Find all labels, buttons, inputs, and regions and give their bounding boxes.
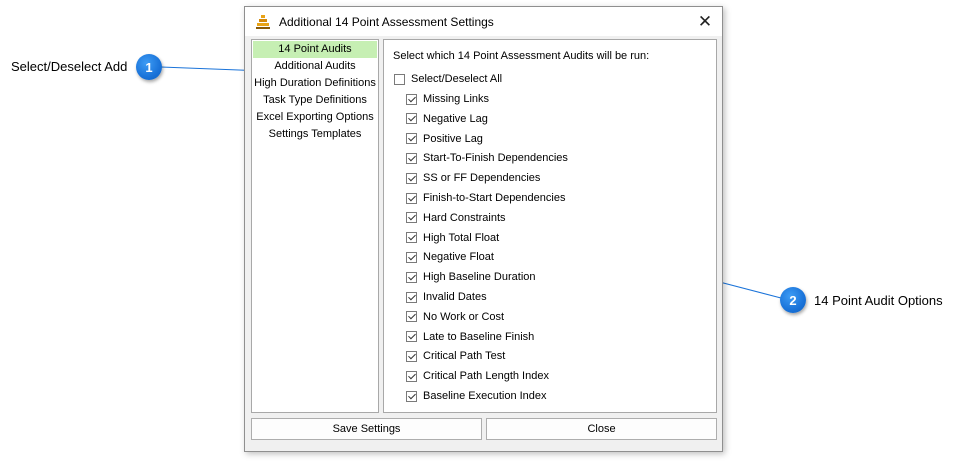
- save-settings-button[interactable]: Save Settings: [251, 418, 482, 440]
- audit-checkbox[interactable]: Negative Float: [406, 250, 494, 264]
- checkbox-label: Start-To-Finish Dependencies: [423, 152, 568, 165]
- checkbox-box[interactable]: [406, 291, 417, 303]
- audit-checkbox[interactable]: High Baseline Duration: [406, 270, 536, 284]
- checkbox-box[interactable]: [406, 232, 417, 244]
- checkbox-box[interactable]: [406, 93, 417, 105]
- audit-checkbox[interactable]: Missing Links: [406, 92, 489, 106]
- stacked-bars-icon: [255, 14, 271, 30]
- checkbox-label: High Total Float: [423, 231, 500, 244]
- checkbox-label: SS or FF Dependencies: [423, 172, 541, 185]
- checkbox-box[interactable]: [406, 172, 417, 184]
- checkbox-box[interactable]: [406, 251, 417, 263]
- settings-dialog: Additional 14 Point Assessment Settings …: [244, 6, 723, 452]
- checkbox-label: No Work or Cost: [423, 310, 505, 323]
- sidebar-item-additional-audits[interactable]: Additional Audits: [253, 58, 377, 75]
- checkbox-label: Hard Constraints: [423, 211, 506, 224]
- audit-checkbox[interactable]: Critical Path Test: [406, 349, 505, 363]
- checkbox-label: Baseline Execution Index: [423, 390, 547, 402]
- audit-checkbox[interactable]: Positive Lag: [406, 132, 483, 146]
- audit-checkbox[interactable]: Finish-to-Start Dependencies: [406, 191, 565, 205]
- checkbox-box[interactable]: [406, 331, 417, 343]
- sidebar-item-14-point-audits[interactable]: 14 Point Audits: [253, 41, 377, 58]
- checkbox-box[interactable]: [406, 192, 417, 204]
- checkbox-box[interactable]: [406, 390, 417, 402]
- checkbox-label: High Baseline Duration: [423, 271, 536, 284]
- checkbox-label: Missing Links: [423, 93, 490, 105]
- title-bar: Additional 14 Point Assessment Settings …: [245, 7, 722, 36]
- audit-checkbox[interactable]: SS or FF Dependencies: [406, 171, 540, 185]
- select-all-checkbox[interactable]: Select/Deselect All: [394, 72, 502, 86]
- audit-checkbox[interactable]: No Work or Cost: [406, 310, 504, 324]
- checkbox-box[interactable]: [394, 73, 405, 85]
- sidebar-item-task-type-definitions[interactable]: Task Type Definitions: [253, 92, 377, 109]
- panel-heading: Select which 14 Point Assessment Audits …: [393, 50, 650, 62]
- checkbox-label: Negative Float: [423, 251, 494, 264]
- audit-checkbox[interactable]: Baseline Execution Index: [406, 389, 547, 403]
- audit-checkbox[interactable]: Critical Path Length Index: [406, 369, 549, 383]
- window-title: Additional 14 Point Assessment Settings: [279, 14, 494, 29]
- sidebar-item-excel-exporting-options[interactable]: Excel Exporting Options: [253, 109, 377, 126]
- audit-checkbox[interactable]: Negative Lag: [406, 112, 488, 126]
- checkbox-box[interactable]: [406, 133, 417, 145]
- audit-checkbox[interactable]: Hard Constraints: [406, 211, 506, 225]
- sidebar-item-high-duration-definitions[interactable]: High Duration Definitions: [253, 75, 377, 92]
- checkbox-label: Positive Lag: [423, 132, 483, 145]
- callout-1-badge: 1: [136, 54, 162, 80]
- checkbox-box[interactable]: [406, 152, 417, 164]
- checkbox-label: Critical Path Length Index: [423, 370, 549, 383]
- audit-checkbox[interactable]: High Total Float: [406, 231, 499, 245]
- audit-checkbox[interactable]: Late to Baseline Finish: [406, 330, 534, 344]
- sidebar-item-settings-templates[interactable]: Settings Templates: [253, 126, 377, 143]
- callout-1-text: Select/Deselect Add: [11, 59, 128, 74]
- checkbox-label: Invalid Dates: [423, 291, 487, 303]
- audit-checkbox[interactable]: Invalid Dates: [406, 290, 487, 304]
- close-button[interactable]: Close: [486, 418, 717, 440]
- checkbox-box[interactable]: [406, 212, 417, 224]
- checkbox-box[interactable]: [406, 350, 417, 362]
- close-icon[interactable]: ✕: [694, 11, 716, 33]
- checkbox-label: Critical Path Test: [423, 350, 506, 363]
- callout-2-text: 14 Point Audit Options: [814, 293, 943, 308]
- audit-checkbox[interactable]: Start-To-Finish Dependencies: [406, 151, 568, 165]
- checkbox-label: Finish-to-Start Dependencies: [423, 192, 566, 204]
- settings-sidebar: 14 Point Audits Additional Audits High D…: [251, 39, 379, 413]
- checkbox-box[interactable]: [406, 311, 417, 323]
- checkbox-label: Late to Baseline Finish: [423, 330, 535, 343]
- checkbox-box[interactable]: [406, 113, 417, 125]
- checkbox-label: Negative Lag: [423, 112, 488, 125]
- checkbox-label: Select/Deselect All: [411, 73, 503, 85]
- checkbox-box[interactable]: [406, 271, 417, 283]
- callout-2-badge: 2: [780, 287, 806, 313]
- checkbox-box[interactable]: [406, 370, 417, 382]
- audits-panel: Select which 14 Point Assessment Audits …: [383, 39, 717, 413]
